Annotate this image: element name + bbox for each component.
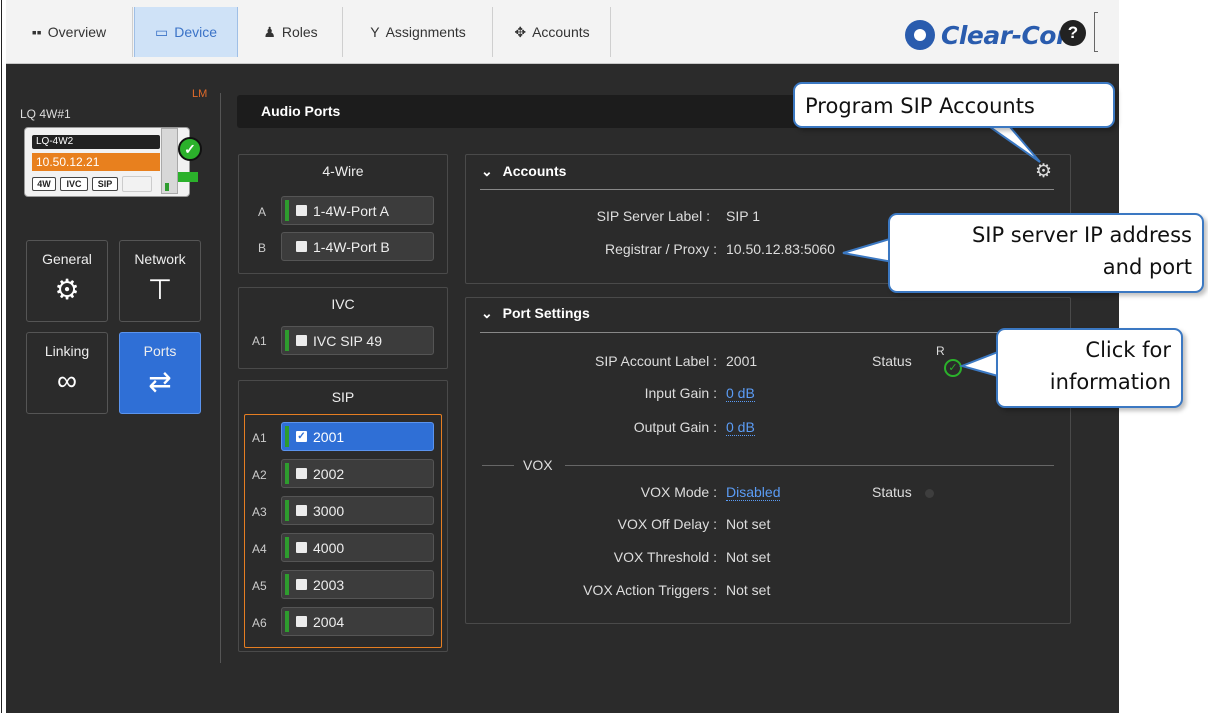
callout-click-info: Click for information bbox=[996, 328, 1183, 408]
callout-click-line1: Click for bbox=[1085, 338, 1171, 362]
callout-sip-server: SIP server IP address and port bbox=[888, 213, 1204, 293]
callout-sip-server-line2: and port bbox=[1102, 255, 1192, 279]
callout-program-sip: Program SIP Accounts bbox=[793, 82, 1115, 128]
callout-sip-server-line1: SIP server IP address bbox=[971, 223, 1192, 247]
callout-click-line2: information bbox=[1049, 370, 1171, 394]
